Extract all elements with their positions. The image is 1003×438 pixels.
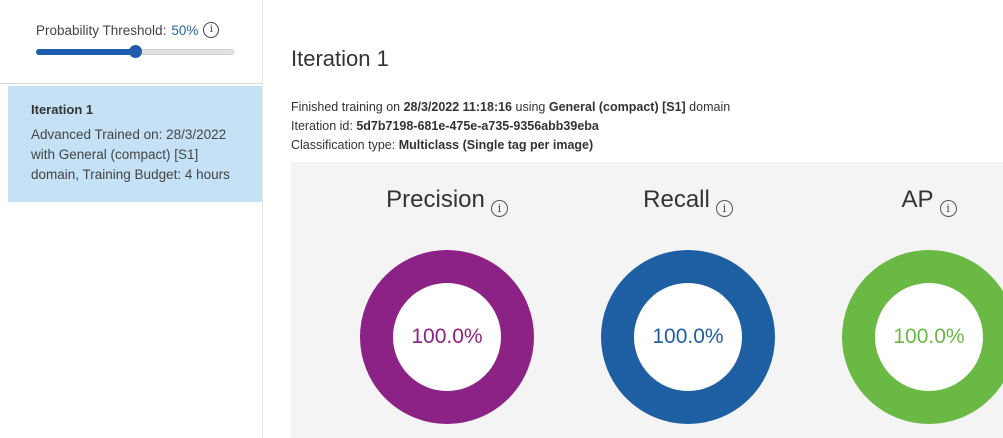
main-content: Iteration 1 Finished training on 28/3/20… <box>291 0 1003 438</box>
threshold-label: Probability Threshold: <box>36 22 167 38</box>
metric-title-ap: AP i <box>839 186 1003 217</box>
ap-value: 100.0% <box>893 325 965 348</box>
slider-fill <box>36 49 135 55</box>
iteration-id-prefix: Iteration id: <box>291 119 357 133</box>
metric-title-recall: Recall i <box>598 186 778 217</box>
recall-value: 100.0% <box>652 325 724 348</box>
training-domain: General (compact) [S1] <box>548 100 686 114</box>
ap-donut: 100.0% <box>842 250 1003 424</box>
threshold-slider[interactable] <box>36 45 234 58</box>
divider <box>0 83 262 84</box>
metric-name: Recall <box>643 186 710 213</box>
training-prefix: Finished training on <box>291 100 404 114</box>
metric-name: Precision <box>386 186 485 213</box>
iteration-id-line: Iteration id: 5d7b7198-681e-475e-a735-93… <box>291 117 730 136</box>
metrics-panel: Precision i 100.0% Recall i 100.0% AP i 100… <box>291 162 1003 438</box>
sidebar-item-iteration-1[interactable]: Iteration 1 Advanced Trained on: 28/3/20… <box>8 86 262 202</box>
info-icon[interactable]: i <box>203 22 220 38</box>
classification-type-line: Classification type: Multiclass (Single … <box>291 136 730 155</box>
precision-donut: 100.0% <box>360 250 534 424</box>
page-title: Iteration 1 <box>291 46 389 71</box>
training-info-line: Finished training on 28/3/2022 11:18:16 … <box>291 98 730 117</box>
threshold-label-row: Probability Threshold: 50% i <box>36 22 234 38</box>
classification-type: Multiclass (Single tag per image) <box>398 138 594 152</box>
recall-donut: 100.0% <box>601 250 775 424</box>
slider-thumb[interactable] <box>129 45 142 58</box>
threshold-value: 50% <box>171 22 199 38</box>
training-middle: using <box>512 100 549 114</box>
classification-prefix: Classification type: <box>291 138 399 152</box>
iteration-id: 5d7b7198-681e-475e-a735-9356abb39eba <box>356 119 599 133</box>
metric-title-precision: Precision i <box>357 186 537 217</box>
training-datetime: 28/3/2022 11:18:16 <box>403 100 513 114</box>
probability-threshold: Probability Threshold: 50% i <box>36 22 234 58</box>
iteration-info: Finished training on 28/3/2022 11:18:16 … <box>291 98 730 155</box>
iteration-title: Iteration 1 <box>31 102 94 117</box>
info-icon[interactable]: i <box>939 200 957 217</box>
info-icon[interactable]: i <box>490 200 508 217</box>
iteration-description: Advanced Trained on: 28/3/2022 with Gene… <box>31 127 230 182</box>
training-suffix: domain <box>685 100 731 114</box>
precision-value: 100.0% <box>411 325 483 348</box>
metric-name: AP <box>901 186 934 213</box>
sidebar: Probability Threshold: 50% i Iteration 1… <box>0 0 263 438</box>
info-icon[interactable]: i <box>715 200 733 217</box>
